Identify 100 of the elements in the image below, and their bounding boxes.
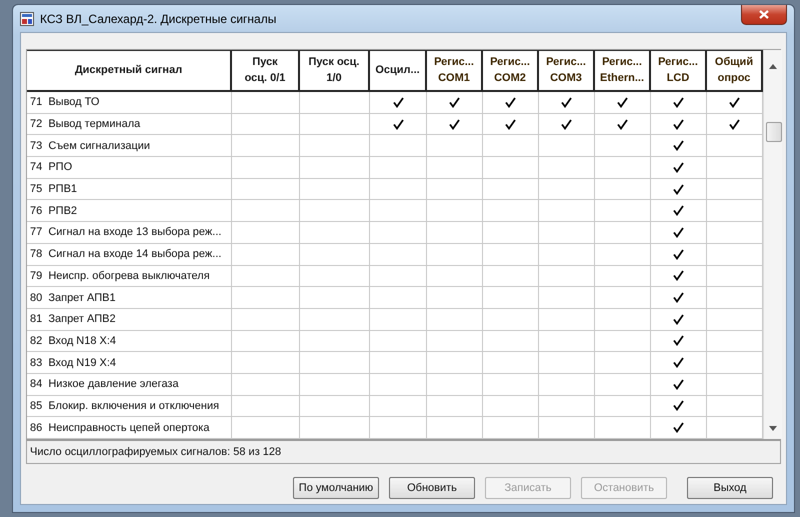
check-cell[interactable] <box>483 244 539 266</box>
check-cell[interactable] <box>651 352 707 374</box>
check-cell[interactable] <box>370 200 427 222</box>
check-cell[interactable] <box>370 308 427 331</box>
check-cell[interactable] <box>300 178 370 200</box>
check-cell[interactable] <box>707 396 763 418</box>
check-cell[interactable] <box>427 114 483 136</box>
check-cell[interactable] <box>595 308 651 331</box>
check-cell[interactable] <box>300 330 370 352</box>
check-cell[interactable] <box>539 200 595 222</box>
check-cell[interactable] <box>539 135 595 158</box>
check-cell[interactable] <box>483 287 539 309</box>
check-cell[interactable] <box>651 396 707 418</box>
check-cell[interactable] <box>651 157 707 179</box>
check-cell[interactable] <box>370 287 427 309</box>
check-cell[interactable] <box>232 266 300 288</box>
check-cell[interactable] <box>595 244 651 266</box>
check-cell[interactable] <box>232 114 300 136</box>
check-cell[interactable] <box>370 266 427 288</box>
check-cell[interactable] <box>539 92 595 114</box>
check-cell[interactable] <box>651 92 707 114</box>
check-cell[interactable] <box>483 352 539 374</box>
check-cell[interactable] <box>595 352 651 374</box>
check-cell[interactable] <box>300 222 370 244</box>
check-cell[interactable] <box>707 287 763 309</box>
check-cell[interactable] <box>651 374 707 396</box>
check-cell[interactable] <box>232 222 300 244</box>
check-cell[interactable] <box>483 308 539 331</box>
check-cell[interactable] <box>370 396 427 418</box>
check-cell[interactable] <box>707 352 763 374</box>
check-cell[interactable] <box>370 352 427 374</box>
check-cell[interactable] <box>370 157 427 179</box>
check-cell[interactable] <box>651 200 707 222</box>
check-cell[interactable] <box>539 266 595 288</box>
check-cell[interactable] <box>595 114 651 136</box>
check-cell[interactable] <box>595 287 651 309</box>
dialog-button[interactable]: Обновить <box>389 477 475 499</box>
check-cell[interactable] <box>300 396 370 418</box>
check-cell[interactable] <box>427 352 483 374</box>
check-cell[interactable] <box>300 114 370 136</box>
check-cell[interactable] <box>427 244 483 266</box>
check-cell[interactable] <box>539 352 595 374</box>
check-cell[interactable] <box>651 135 707 158</box>
check-cell[interactable] <box>595 157 651 179</box>
check-cell[interactable] <box>427 200 483 222</box>
check-cell[interactable] <box>427 222 483 244</box>
check-cell[interactable] <box>483 374 539 396</box>
check-cell[interactable] <box>707 266 763 288</box>
check-cell[interactable] <box>300 200 370 222</box>
check-cell[interactable] <box>483 114 539 136</box>
check-cell[interactable] <box>427 330 483 352</box>
check-cell[interactable] <box>539 114 595 136</box>
check-cell[interactable] <box>232 374 300 396</box>
dialog-button[interactable]: По умолчанию <box>293 477 379 499</box>
check-cell[interactable] <box>707 157 763 179</box>
check-cell[interactable] <box>300 374 370 396</box>
check-cell[interactable] <box>370 330 427 352</box>
check-cell[interactable] <box>539 396 595 418</box>
check-cell[interactable] <box>427 135 483 158</box>
check-cell[interactable] <box>232 135 300 158</box>
check-cell[interactable] <box>483 135 539 158</box>
check-cell[interactable] <box>370 222 427 244</box>
check-cell[interactable] <box>595 330 651 352</box>
check-cell[interactable] <box>427 374 483 396</box>
check-cell[interactable] <box>651 244 707 266</box>
check-cell[interactable] <box>595 374 651 396</box>
check-cell[interactable] <box>232 157 300 179</box>
scroll-up-icon[interactable] <box>769 64 777 69</box>
check-cell[interactable] <box>300 135 370 158</box>
check-cell[interactable] <box>427 287 483 309</box>
check-cell[interactable] <box>370 114 427 136</box>
check-cell[interactable] <box>300 244 370 266</box>
check-cell[interactable] <box>427 92 483 114</box>
check-cell[interactable] <box>707 178 763 200</box>
check-cell[interactable] <box>707 374 763 396</box>
check-cell[interactable] <box>539 157 595 179</box>
check-cell[interactable] <box>427 308 483 331</box>
check-cell[interactable] <box>232 200 300 222</box>
check-cell[interactable] <box>370 135 427 158</box>
check-cell[interactable] <box>232 396 300 418</box>
scrollbar[interactable] <box>763 50 782 439</box>
check-cell[interactable] <box>707 114 763 136</box>
check-cell[interactable] <box>595 396 651 418</box>
check-cell[interactable] <box>651 178 707 200</box>
check-cell[interactable] <box>370 178 427 200</box>
check-cell[interactable] <box>427 266 483 288</box>
check-cell[interactable] <box>483 222 539 244</box>
check-cell[interactable] <box>539 178 595 200</box>
check-cell[interactable] <box>651 308 707 331</box>
scroll-down-icon[interactable] <box>769 426 777 431</box>
check-cell[interactable] <box>707 92 763 114</box>
check-cell[interactable] <box>300 287 370 309</box>
check-cell[interactable] <box>483 157 539 179</box>
check-cell[interactable] <box>651 266 707 288</box>
check-cell[interactable] <box>370 92 427 114</box>
check-cell[interactable] <box>300 157 370 179</box>
check-cell[interactable] <box>595 178 651 200</box>
check-cell[interactable] <box>539 308 595 331</box>
check-cell[interactable] <box>651 287 707 309</box>
check-cell[interactable] <box>427 178 483 200</box>
